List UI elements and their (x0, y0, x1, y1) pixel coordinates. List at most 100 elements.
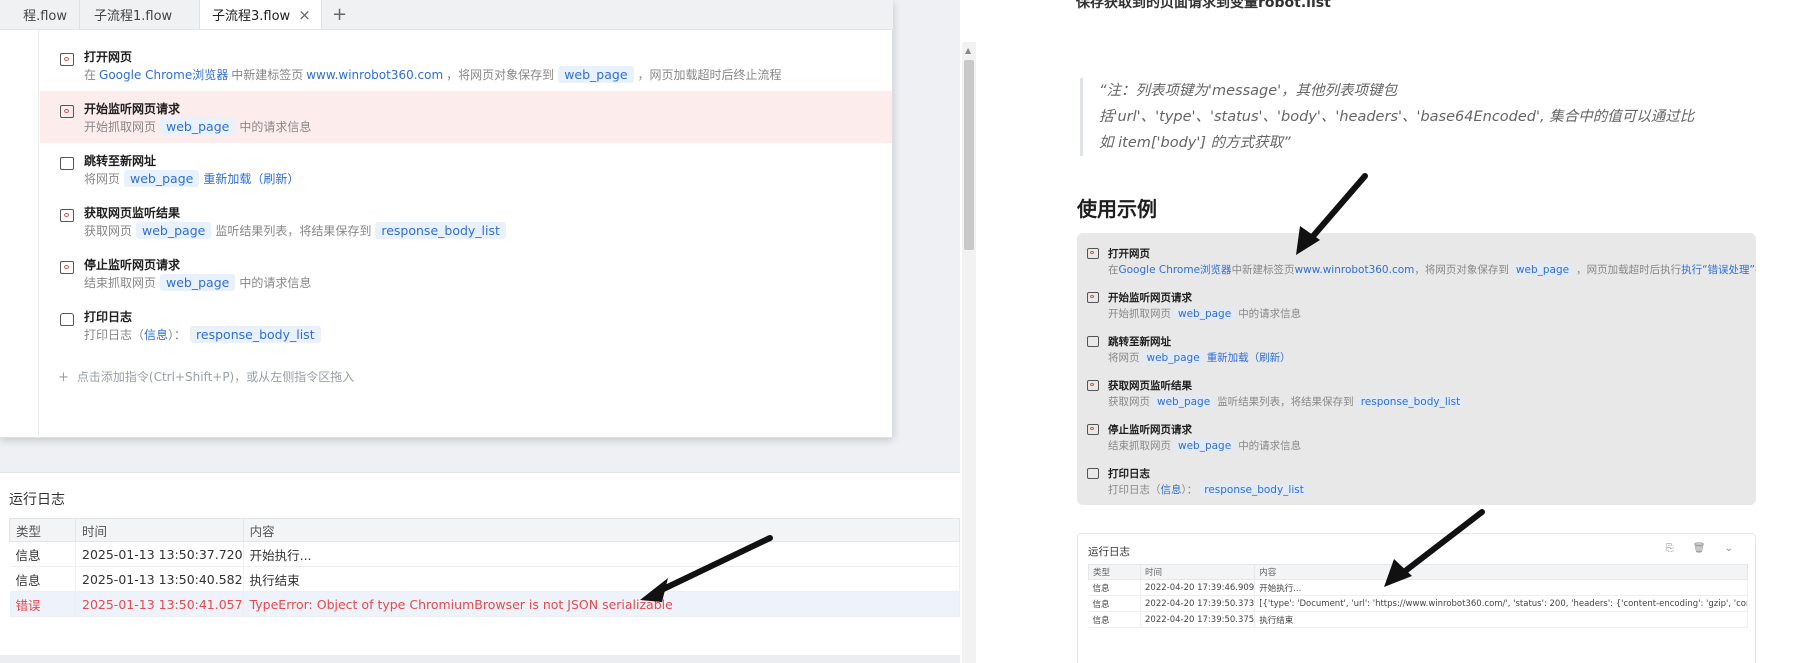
log-time: 2025-01-13 13:50:40.582 (75, 566, 244, 592)
variable-chip[interactable]: web_page (124, 170, 200, 187)
table-row: 信息 2022-04-20 17:39:50.375 执行结束 (1088, 611, 1748, 628)
close-icon[interactable]: × (298, 6, 311, 24)
table-row-error[interactable]: 错误 2025-01-13 13:50:41.057 TypeError: Ob… (9, 591, 960, 617)
command-title: 跳转至新网址 (84, 154, 157, 168)
run-log-panel: 运行日志 类型 时间 内容 信息 2025-01-13 13:50:37.720… (0, 472, 960, 663)
variable-chip[interactable]: web_page (558, 66, 634, 83)
desc-text: ，将网页对象保存到 (446, 68, 555, 82)
documentation-page: 保存获取到的页面请求到变量robot.list “注：列表项键为'message… (976, 0, 1796, 663)
column-header: 类型 (1088, 564, 1141, 580)
tab-subflow-1[interactable]: 子流程1.flow (80, 0, 200, 29)
table-row[interactable]: 信息 2025-01-13 13:50:40.582 执行结束 (9, 566, 960, 592)
command-desc: 结束抓取网页 web_page 中的请求信息 (1108, 438, 1301, 453)
run-log-table: 类型 时间 内容 信息 2022-04-20 17:39:46.909 开始执行… (1088, 564, 1748, 628)
command-print-log[interactable]: 打印日志 打印日志（ 信息 ）： response_body_list (40, 299, 892, 351)
table-header: 类型 时间 内容 (9, 518, 960, 542)
desc-text: 结束抓取网页 (84, 276, 157, 290)
variable-chip[interactable]: web_page (160, 274, 236, 291)
command-start-listen[interactable]: 开始监听网页请求 开始抓取网页 web_page 中的请求信息 (40, 91, 892, 143)
browser-icon (1087, 380, 1099, 391)
example-command-print-log: 打印日志 打印日志（ 信息 ）： response_body_list (1085, 457, 1755, 501)
variable-chip: web_page (1174, 307, 1236, 320)
add-command-hint[interactable]: + 点击添加指令(Ctrl+Shift+P)，或从左侧指令区拖入 (58, 368, 354, 385)
column-header: 内容 (242, 518, 960, 542)
command-desc: 打印日志（ 信息 ）： response_body_list (84, 326, 325, 343)
command-title: 打印日志 (1108, 468, 1150, 480)
log-content: 执行结束 (1254, 611, 1748, 628)
log-content: 开始执行... (1254, 579, 1748, 596)
log-type: 信息 (1088, 611, 1141, 628)
command-title: 跳转至新网址 (1108, 336, 1171, 348)
command-get-listen-result[interactable]: 获取网页监听结果 获取网页 web_page 监听结果列表，将结果保存到 res… (40, 195, 892, 247)
desc-text: 中的请求信息 (1238, 308, 1302, 320)
command-stop-listen[interactable]: 停止监听网页请求 结束抓取网页 web_page 中的请求信息 (40, 247, 892, 299)
desc-text: ，网页加载超时后执行 (1576, 264, 1682, 276)
desc-text: ，网页加载超时后终止流程 (637, 68, 782, 82)
printer-icon (60, 313, 74, 326)
tab-label: 子流程1.flow (94, 9, 173, 24)
desc-action: 重新加载（刷新） (203, 172, 300, 186)
run-log-table: 类型 时间 内容 信息 2025-01-13 13:50:37.720 开始执行… (9, 518, 960, 617)
command-desc: 获取网页 web_page 监听结果列表，将结果保存到 response_bod… (84, 222, 510, 239)
log-type: 错误 (9, 591, 76, 617)
table-row[interactable]: 信息 2025-01-13 13:50:37.720 开始执行... (9, 541, 960, 567)
desc-text: 中新建标签页 (231, 68, 304, 82)
plus-icon: + (58, 370, 69, 385)
variable-chip[interactable]: response_body_list (190, 326, 321, 343)
command-desc: 在 Google Chrome浏览器 中新建标签页 www.winrobot36… (1108, 262, 1756, 277)
desc-level: 信息 (1160, 484, 1182, 496)
add-tab-button[interactable]: + (322, 0, 357, 29)
variable-chip[interactable]: response_body_list (375, 222, 506, 239)
example-command-stop-listen: 停止监听网页请求 结束抓取网页 web_page 中的请求信息 (1085, 413, 1755, 457)
command-goto-url[interactable]: 跳转至新网址 将网页 web_page 重新加载（刷新） (40, 143, 892, 195)
log-content: 开始执行... (243, 541, 960, 567)
vertical-scrollbar[interactable]: ▲ (962, 42, 976, 663)
variable-chip[interactable]: web_page (136, 222, 212, 239)
variable-chip: response_body_list (1356, 395, 1465, 408)
desc-level: 信息 (144, 328, 169, 342)
command-title: 开始监听网页请求 (84, 102, 181, 116)
desc-text: 监听结果列表，将结果保存到 (215, 224, 372, 238)
log-type: 信息 (9, 541, 76, 567)
editor-gutter (38, 30, 39, 438)
log-time: 2022-04-20 17:39:50.375 (1140, 611, 1256, 628)
browser-icon (1087, 292, 1099, 303)
tab-label: 程.flow (23, 9, 67, 24)
tab-label: 子流程3.flow (212, 9, 291, 24)
command-title: 打开网页 (84, 50, 133, 64)
run-log-title: 运行日志 (9, 492, 65, 508)
cut-off-line: 保存获取到的页面请求到变量robot.list (1076, 0, 1331, 11)
command-title: 停止监听网页请求 (1108, 424, 1192, 436)
log-content: TypeError: Object of type ChromiumBrowse… (243, 591, 960, 617)
tab-subflow-3[interactable]: 子流程3.flow × (200, 0, 322, 29)
command-title: 获取网页监听结果 (84, 206, 181, 220)
tab-flow[interactable]: 程.flow (0, 0, 80, 29)
column-header: 时间 (75, 518, 244, 542)
desc-text: 开始抓取网页 (1108, 308, 1171, 320)
printer-icon (1087, 468, 1099, 479)
scrollbar-thumb[interactable] (964, 60, 974, 250)
command-desc: 在 Google Chrome浏览器 中新建标签页 www.winrobot36… (84, 66, 782, 83)
variable-chip[interactable]: web_page (160, 118, 236, 135)
desc-text: 中的请求信息 (1238, 440, 1302, 452)
desc-text: 获取网页 (84, 224, 133, 238)
desc-text: 在 (1108, 264, 1119, 276)
command-open-webpage[interactable]: 打开网页 在 Google Chrome浏览器 中新建标签页 www.winro… (40, 39, 892, 91)
run-log-title: 运行日志 (1088, 546, 1130, 558)
scroll-up-icon[interactable]: ▲ (965, 46, 971, 55)
desc-text: 操作 (1755, 262, 1756, 277)
command-desc: 将网页 web_page 重新加载（刷新） (84, 170, 299, 187)
browser-icon (1087, 336, 1099, 347)
example-command-get-result: 获取网页监听结果 获取网页 web_page 监听结果列表，将结果保存到 res… (1085, 369, 1755, 413)
desc-text: 中的请求信息 (239, 120, 312, 134)
command-desc: 获取网页 web_page 监听结果列表，将结果保存到 response_bod… (1108, 394, 1467, 409)
example-command-start-listen: 开始监听网页请求 开始抓取网页 web_page 中的请求信息 (1085, 281, 1755, 325)
add-hint-text: 点击添加指令(Ctrl+Shift+P)，或从左侧指令区拖入 (76, 370, 355, 384)
note-quote: “注：列表项键为'message'，其他列表项键包括'url'、'type'、'… (1080, 78, 1700, 156)
desc-text: 中新建标签页 (1231, 264, 1295, 276)
command-title: 打开网页 (1108, 248, 1150, 260)
desc-text: 中的请求信息 (239, 276, 312, 290)
variable-chip: web_page (1142, 351, 1204, 364)
command-title: 打印日志 (84, 310, 133, 324)
log-time: 2022-04-20 17:39:50.373 (1140, 595, 1256, 612)
